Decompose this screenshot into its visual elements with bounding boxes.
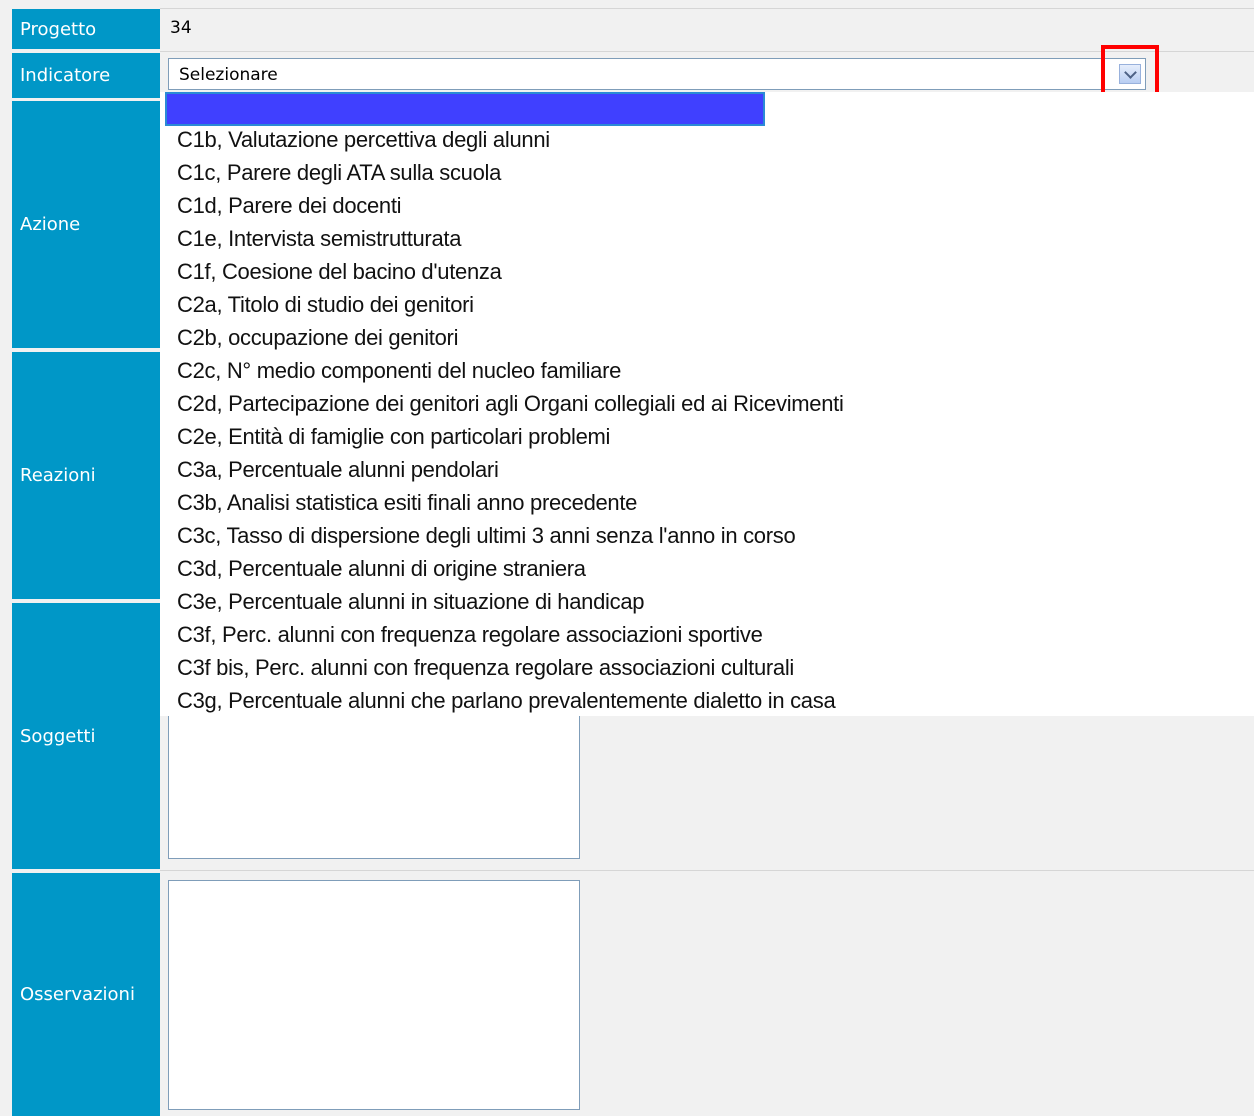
- label-soggetti: Soggetti: [12, 603, 160, 869]
- dropdown-option[interactable]: C2e, Entità di famiglie con particolari …: [177, 423, 610, 451]
- progetto-value: 34: [170, 18, 192, 38]
- dropdown-option[interactable]: C2c, N° medio componenti del nucleo fami…: [177, 357, 621, 385]
- row-divider: [160, 870, 1254, 871]
- dropdown-option[interactable]: C3c, Tasso di dispersione degli ultimi 3…: [177, 522, 796, 550]
- dropdown-option[interactable]: C3g, Percentuale alunni che parlano prev…: [177, 687, 836, 715]
- row-divider: [160, 8, 1254, 9]
- row-divider: [160, 51, 1254, 52]
- indicatore-dropdown-list[interactable]: C1b, Valutazione percettiva degli alunni…: [160, 92, 1254, 716]
- dropdown-option[interactable]: C3b, Analisi statistica esiti finali ann…: [177, 489, 637, 517]
- dropdown-option[interactable]: C3f bis, Perc. alunni con frequenza rego…: [177, 654, 794, 682]
- label-osservazioni: Osservazioni: [12, 873, 160, 1116]
- dropdown-option[interactable]: C2a, Titolo di studio dei genitori: [177, 291, 474, 319]
- dropdown-option[interactable]: C1d, Parere dei docenti: [177, 192, 402, 220]
- dropdown-option[interactable]: C1f, Coesione del bacino d'utenza: [177, 258, 502, 286]
- dropdown-option[interactable]: C3a, Percentuale alunni pendolari: [177, 456, 499, 484]
- dropdown-option[interactable]: C1c, Parere degli ATA sulla scuola: [177, 159, 501, 187]
- dropdown-option[interactable]: C1b, Valutazione percettiva degli alunni: [177, 126, 550, 154]
- dropdown-option[interactable]: C2d, Partecipazione dei genitori agli Or…: [177, 390, 844, 418]
- label-azione: Azione: [12, 101, 160, 348]
- indicatore-select-value: Selezionare: [179, 65, 278, 85]
- label-reazioni: Reazioni: [12, 352, 160, 599]
- indicatore-select[interactable]: Selezionare: [168, 58, 1146, 90]
- label-progetto: Progetto: [12, 9, 160, 49]
- dropdown-option[interactable]: C3d, Percentuale alunni di origine stran…: [177, 555, 586, 583]
- label-indicatore: Indicatore: [12, 53, 160, 98]
- dropdown-option[interactable]: C2b, occupazione dei genitori: [177, 324, 458, 352]
- dropdown-option-empty-selected[interactable]: [165, 92, 765, 126]
- soggetti-textarea[interactable]: [168, 700, 580, 859]
- dropdown-option[interactable]: C1e, Intervista semistrutturata: [177, 225, 461, 253]
- dropdown-option[interactable]: C3e, Percentuale alunni in situazione di…: [177, 588, 644, 616]
- dropdown-option[interactable]: C3f, Perc. alunni con frequenza regolare…: [177, 621, 763, 649]
- osservazioni-textarea[interactable]: [168, 880, 580, 1110]
